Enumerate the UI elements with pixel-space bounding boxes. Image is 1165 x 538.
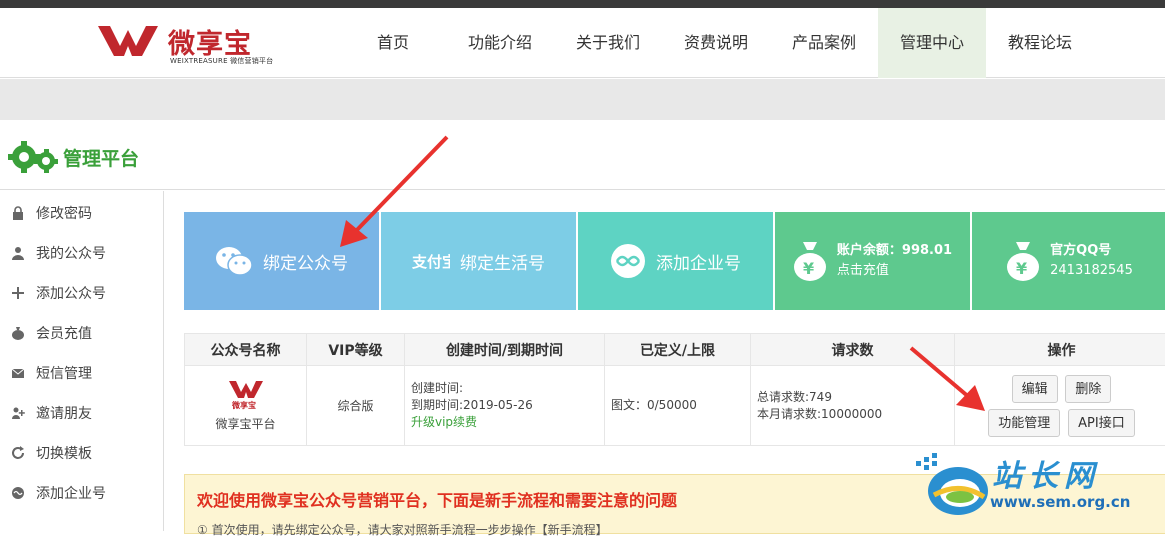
alipay-icon: 支付宝 — [412, 251, 450, 271]
add-enterprise-label: 添加企业号 — [656, 249, 741, 274]
nav-home[interactable]: 首页 — [340, 8, 446, 78]
requests-cell: 总请求数:749 本月请求数:10000000 — [751, 366, 955, 446]
total-requests: 总请求数:749 — [757, 389, 954, 406]
accounts-table: 公众号名称 VIP等级 创建时间/到期时间 已定义/上限 请求数 操作 微享宝 … — [184, 333, 1165, 446]
nav-features[interactable]: 功能介绍 — [446, 8, 554, 78]
invite-icon — [11, 406, 25, 420]
platform-bar: 管理平台 — [0, 120, 1165, 190]
sidebar-item-label: 会员充值 — [36, 323, 92, 343]
sidebar-item-change-password[interactable]: 修改密码 — [0, 193, 163, 233]
enterprise-wechat-icon — [610, 243, 646, 279]
sidebar-item-label: 添加企业号 — [36, 483, 106, 503]
action-cards: 绑定公众号 支付宝 绑定生活号 添加企业号 ¥ 账户余额：998.01 点击充值… — [184, 212, 1165, 310]
sidebar-item-label: 我的公众号 — [36, 243, 106, 263]
logo-subtitle: WEIXTREASURE 微信营销平台 — [170, 56, 273, 66]
account-logo-text: 微享宝 — [231, 400, 256, 410]
col-header-name: 公众号名称 — [185, 334, 307, 366]
vip-level: 综合版 — [307, 366, 405, 446]
wechat-icon — [215, 246, 253, 276]
enterprise-icon — [11, 486, 25, 500]
official-qq-card[interactable]: ¥ 官方QQ号 2413182545 — [972, 212, 1165, 310]
edit-button[interactable]: 编辑 — [1012, 375, 1058, 403]
money-bag-icon — [11, 326, 25, 340]
col-header-requests: 请求数 — [751, 334, 955, 366]
bind-wechat-card[interactable]: 绑定公众号 — [184, 212, 381, 310]
plus-icon — [11, 286, 25, 300]
sidebar-item-add-enterprise[interactable]: 添加企业号 — [0, 473, 163, 513]
nav-about[interactable]: 关于我们 — [554, 8, 662, 78]
nav-cases[interactable]: 产品案例 — [770, 8, 878, 78]
account-name[interactable]: 微享宝平台 — [185, 415, 306, 432]
sidebar-item-sms[interactable]: 短信管理 — [0, 353, 163, 393]
sidebar-item-label: 邀请朋友 — [36, 403, 92, 423]
site-watermark: 站长网 www.sem.org.cn — [912, 449, 1165, 531]
delete-button[interactable]: 删除 — [1065, 375, 1111, 403]
sidebar-item-label: 短信管理 — [36, 363, 92, 383]
user-icon — [11, 246, 25, 260]
col-header-vip: VIP等级 — [307, 334, 405, 366]
refresh-icon — [11, 446, 25, 460]
sidebar: 修改密码 我的公众号 添加公众号 会员充值 短信管理 邀请朋友 切换模板 添加企… — [0, 191, 164, 531]
expire-time: 到期时间:2019-05-26 — [411, 397, 604, 414]
nav-pricing[interactable]: 资费说明 — [662, 8, 770, 78]
site-logo[interactable]: 微享宝 WEIXTREASURE 微信营销平台 — [98, 22, 298, 68]
bind-life-card[interactable]: 支付宝 绑定生活号 — [381, 212, 578, 310]
time-cell: 创建时间: 到期时间:2019-05-26 升级vip续费 — [405, 366, 605, 446]
sidebar-item-label: 添加公众号 — [36, 283, 106, 303]
bind-life-label: 绑定生活号 — [460, 249, 545, 274]
watermark-text: 站长网 — [992, 451, 1100, 495]
gray-band — [0, 79, 1165, 120]
money-bag-icon: ¥ — [1006, 240, 1040, 282]
account-name-cell: 微享宝 微享宝平台 — [185, 366, 307, 446]
sidebar-item-recharge[interactable]: 会员充值 — [0, 313, 163, 353]
account-balance-text: 账户余额：998.01 点击充值 — [837, 241, 952, 281]
sidebar-item-my-accounts[interactable]: 我的公众号 — [0, 233, 163, 273]
sidebar-item-label: 修改密码 — [36, 203, 92, 223]
upgrade-link[interactable]: 升级vip续费 — [411, 414, 604, 431]
watermark-logo-icon — [912, 449, 992, 529]
month-requests: 本月请求数:10000000 — [757, 406, 954, 423]
balance-label: 账户余额：998.01 — [837, 241, 952, 261]
feature-management-button[interactable]: 功能管理 — [988, 409, 1060, 437]
notice-line: ① 首次使用，请先绑定公众号，请大家对照新手流程一步步操作【新手流程】 — [197, 521, 608, 538]
account-logo: 微享宝 — [229, 380, 263, 410]
envelope-icon — [11, 366, 25, 380]
platform-title: 管理平台 — [63, 144, 139, 171]
svg-text:¥: ¥ — [1016, 259, 1027, 278]
sidebar-item-label: 切换模板 — [36, 443, 92, 463]
logo-w-icon — [98, 24, 166, 58]
lock-icon — [11, 206, 25, 220]
sidebar-item-add-account[interactable]: 添加公众号 — [0, 273, 163, 313]
watermark-url: www.sem.org.cn — [990, 493, 1130, 511]
top-strip — [0, 0, 1165, 8]
recharge-link[interactable]: 点击充值 — [837, 261, 952, 281]
api-interface-button[interactable]: API接口 — [1068, 409, 1135, 437]
table-row: 微享宝 微享宝平台 综合版 创建时间: 到期时间:2019-05-26 升级vi… — [185, 366, 1165, 446]
nav-management-center[interactable]: 管理中心 — [878, 8, 986, 78]
site-header: 微享宝 WEIXTREASURE 微信营销平台 首页 功能介绍 关于我们 资费说… — [0, 8, 1165, 78]
add-enterprise-card[interactable]: 添加企业号 — [578, 212, 775, 310]
col-header-defined: 已定义/上限 — [605, 334, 751, 366]
bind-wechat-label: 绑定公众号 — [263, 249, 348, 274]
created-time: 创建时间: — [411, 380, 604, 397]
sidebar-item-switch-template[interactable]: 切换模板 — [0, 433, 163, 473]
main-nav: 首页 功能介绍 关于我们 资费说明 产品案例 管理中心 教程论坛 — [340, 8, 1094, 78]
col-header-time: 创建时间/到期时间 — [405, 334, 605, 366]
svg-text:支付宝: 支付宝 — [412, 253, 450, 271]
gear-icon — [6, 137, 60, 175]
defined-limit: 图文：0/50000 — [605, 366, 751, 446]
qq-label: 官方QQ号 — [1050, 241, 1133, 261]
notice-title: 欢迎使用微享宝公众号营销平台，下面是新手流程和需要注意的问题 — [197, 487, 677, 511]
sidebar-item-invite[interactable]: 邀请朋友 — [0, 393, 163, 433]
official-qq-text: 官方QQ号 2413182545 — [1050, 241, 1133, 281]
nav-forum[interactable]: 教程论坛 — [986, 8, 1094, 78]
svg-text:¥: ¥ — [803, 259, 814, 278]
money-bag-icon: ¥ — [793, 240, 827, 282]
qq-number: 2413182545 — [1050, 261, 1133, 281]
col-header-actions: 操作 — [955, 334, 1165, 366]
table-header-row: 公众号名称 VIP等级 创建时间/到期时间 已定义/上限 请求数 操作 — [185, 334, 1165, 366]
actions-cell: 编辑 删除 功能管理 API接口 — [955, 366, 1165, 446]
account-balance-card[interactable]: ¥ 账户余额：998.01 点击充值 — [775, 212, 972, 310]
